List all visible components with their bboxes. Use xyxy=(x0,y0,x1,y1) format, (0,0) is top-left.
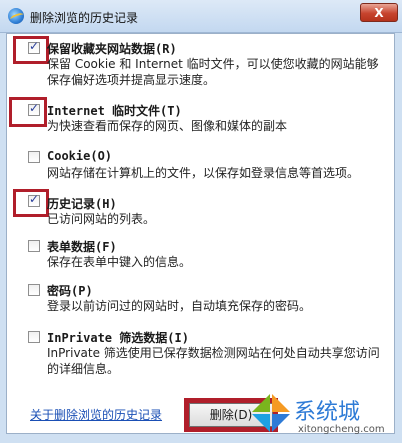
option-description: 保存在表单中键入的信息。 xyxy=(47,255,192,269)
internet-explorer-icon xyxy=(8,8,24,24)
close-button[interactable]: X xyxy=(360,3,398,22)
window-title: 删除浏览的历史记录 xyxy=(30,11,139,25)
watermark: 系统城 xitongcheng.com xyxy=(250,388,400,442)
form-data-checkbox[interactable] xyxy=(28,240,40,252)
option-title: Cookie(O) xyxy=(47,149,113,163)
dialog-content: 保留收藏夹网站数据(R) 保留 Cookie 和 Internet 临时文件，可… xyxy=(6,33,395,434)
option-description: 为快速查看而保存的网页、图像和媒体的副本 xyxy=(47,119,288,133)
option-description: 登录以前访问过的网站时，自动填充保存的密码。 xyxy=(47,299,312,313)
inprivate-filtering-checkbox[interactable] xyxy=(28,331,40,343)
cookies-checkbox[interactable] xyxy=(28,151,40,163)
title-bar: 删除浏览的历史记录 X xyxy=(0,0,402,33)
help-link[interactable]: 关于删除浏览的历史记录 xyxy=(30,406,162,423)
option-title: Internet 临时文件(T) xyxy=(47,104,182,118)
watermark-text: 系统城 xyxy=(294,400,361,425)
option-description: 网站存储在计算机上的文件，以保存如登录信息等首选项。 xyxy=(47,166,360,180)
option-title: 历史记录(H) xyxy=(47,197,117,211)
preserve-favorites-checkbox[interactable] xyxy=(28,39,40,54)
option-description: InPrivate 筛选使用已保存数据检测网站在何处自动共享您访问的详细信息。 xyxy=(47,346,380,376)
option-title: 表单数据(F) xyxy=(47,240,117,254)
option-title: InPrivate 筛选数据(I) xyxy=(47,331,189,345)
windows-logo-icon xyxy=(252,394,290,432)
option-description: 保留 Cookie 和 Internet 临时文件，可以使您收藏的网站能够保存偏… xyxy=(47,57,379,87)
watermark-url: xitongcheng.com xyxy=(298,424,385,435)
history-checkbox[interactable] xyxy=(28,192,40,207)
option-title: 保留收藏夹网站数据(R) xyxy=(47,42,177,56)
temporary-files-checkbox[interactable] xyxy=(28,101,40,116)
option-title: 密码(P) xyxy=(47,284,93,298)
passwords-checkbox[interactable] xyxy=(28,284,40,296)
option-description: 已访问网站的列表。 xyxy=(47,212,156,226)
